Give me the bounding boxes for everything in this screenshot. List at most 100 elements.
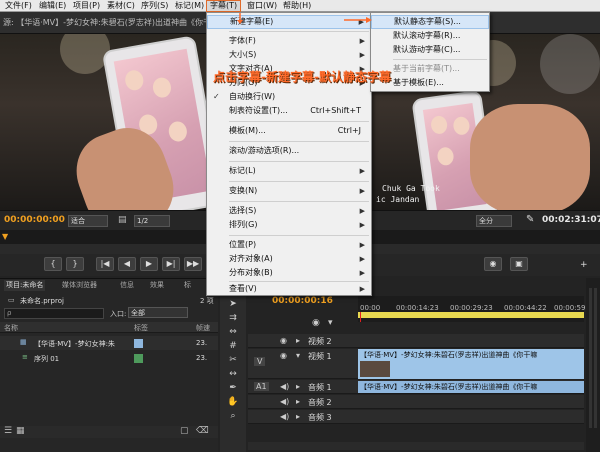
menu-item-roll-crawl[interactable]: 滚动/游动选项(R)... bbox=[207, 144, 371, 158]
expand-arrow-icon[interactable]: ▾ bbox=[296, 351, 300, 360]
menu-item-position[interactable]: 位置(P) ▶ bbox=[207, 238, 371, 252]
step-back-button[interactable]: ◀ bbox=[118, 257, 136, 271]
add-button-icon[interactable]: + bbox=[580, 260, 588, 270]
track-audio-1: A1 ◀) ▸ 音频 1 【华语·MV】-梦幻女神:朱碧石(罗志祥)出道神曲《你… bbox=[248, 380, 584, 394]
column-label[interactable]: 标签 bbox=[134, 323, 148, 333]
speaker-icon[interactable]: ◀) bbox=[280, 412, 289, 421]
project-item-name: 【华语·MV】-梦幻女神:朱 bbox=[34, 340, 115, 348]
label-swatch[interactable] bbox=[134, 354, 143, 363]
menu-marker[interactable]: 标记(M) bbox=[172, 0, 207, 12]
tab-media-browser[interactable]: 媒体浏览器 bbox=[62, 280, 97, 291]
menu-item-logo[interactable]: 标记(L) ▶ bbox=[207, 164, 371, 178]
list-view-icon[interactable]: ☰ bbox=[4, 426, 12, 436]
pen-icon[interactable]: ✒ bbox=[226, 382, 240, 394]
audio-source-toggle[interactable]: A1 bbox=[254, 382, 269, 391]
menu-item-default-roll[interactable]: 默认滚动字幕(R)... bbox=[371, 29, 489, 43]
new-item-icon[interactable]: ▢ bbox=[180, 426, 189, 436]
eye-icon[interactable]: ◉ bbox=[280, 336, 287, 345]
track-label: 视频 1 bbox=[308, 352, 332, 361]
menu-item-default-crawl[interactable]: 默认游动字幕(C)... bbox=[371, 43, 489, 57]
menu-item-tab-stops[interactable]: 制表符设置(T)... Ctrl+Shift+T bbox=[207, 104, 371, 118]
wrench-icon[interactable]: ✎ bbox=[526, 214, 534, 225]
go-to-out-button[interactable]: ▶▶ bbox=[184, 257, 202, 271]
menu-file[interactable]: 文件(F) bbox=[2, 0, 35, 12]
menu-clip[interactable]: 素材(C) bbox=[104, 0, 138, 12]
timeline-timecode[interactable]: 00:00:00:16 bbox=[272, 296, 333, 306]
source-timecode-in[interactable]: 00:00:00:00 bbox=[4, 215, 65, 225]
column-name[interactable]: 名称 bbox=[4, 323, 18, 333]
playback-resolution-select[interactable]: 全分 bbox=[476, 215, 512, 227]
mark-in-button[interactable]: { bbox=[44, 257, 62, 271]
menu-item-transform[interactable]: 变换(N) ▶ bbox=[207, 184, 371, 198]
hand-icon[interactable]: ✋ bbox=[226, 396, 240, 408]
menu-edit[interactable]: 编辑(E) bbox=[36, 0, 69, 12]
menu-item-word-wrap[interactable]: ✓ 自动换行(W) bbox=[207, 90, 371, 104]
playhead-marker-icon[interactable]: ▼ bbox=[2, 232, 8, 241]
speaker-icon[interactable]: ◀) bbox=[280, 382, 289, 391]
speaker-icon[interactable]: ◀) bbox=[280, 397, 289, 406]
video-source-toggle[interactable]: V bbox=[254, 357, 266, 366]
play-button[interactable]: ▶ bbox=[140, 257, 158, 271]
expand-arrow-icon[interactable]: ▸ bbox=[296, 412, 300, 421]
go-to-in-button[interactable]: |◀ bbox=[96, 257, 114, 271]
column-rate[interactable]: 帧速 bbox=[196, 323, 210, 333]
fit-select[interactable]: 适合 bbox=[68, 215, 108, 227]
label-swatch[interactable] bbox=[134, 339, 143, 348]
work-area-bar[interactable] bbox=[358, 312, 584, 318]
track-label: 音频 2 bbox=[308, 398, 332, 407]
icon-view-icon[interactable]: ▦ bbox=[16, 426, 25, 436]
menu-project[interactable]: 项目(P) bbox=[70, 0, 103, 12]
source-tab[interactable]: 源: 【华语·MV】-梦幻女神:朱碧石(罗志祥)出道神曲《你干嘛》 bbox=[3, 16, 227, 30]
menu-item-templates[interactable]: 模板(M)... Ctrl+J bbox=[207, 124, 371, 138]
slip-icon[interactable]: ↔ bbox=[226, 368, 240, 380]
folder-icon: ▭ bbox=[8, 296, 15, 304]
step-forward-button[interactable]: ▶| bbox=[162, 257, 180, 271]
menu-item-arrange[interactable]: 排列(G) ▶ bbox=[207, 218, 371, 232]
resolution-select[interactable]: 1/2 bbox=[134, 215, 170, 227]
menu-item-align-objects[interactable]: 对齐对象(A) ▶ bbox=[207, 252, 371, 266]
project-item-rate: 23. bbox=[196, 354, 208, 362]
mark-out-button[interactable]: } bbox=[66, 257, 84, 271]
menu-item-font[interactable]: 字体(F) ▶ bbox=[207, 34, 371, 48]
menu-item-select[interactable]: 选择(S) ▶ bbox=[207, 204, 371, 218]
tab-markers[interactable]: 标 bbox=[184, 280, 191, 291]
project-item-rate: 23. bbox=[196, 339, 208, 347]
timeline-ruler[interactable]: 00:00 00:00:14:23 00:00:29:23 00:00:44:2… bbox=[358, 296, 592, 322]
ruler-label: 00:00:14:23 bbox=[396, 304, 439, 312]
marker-icon[interactable]: ▾ bbox=[328, 318, 333, 328]
delete-icon[interactable]: ⌫ bbox=[196, 426, 209, 436]
track-label: 音频 3 bbox=[308, 413, 332, 422]
expand-arrow-icon[interactable]: ▸ bbox=[296, 397, 300, 406]
export-frame-button[interactable]: ◉ bbox=[484, 257, 502, 271]
timeline-panel: 00:00:00:16 ◉ ▾ 00:00 00:00:14:23 00:00:… bbox=[248, 294, 592, 452]
eye-icon[interactable]: ◉ bbox=[280, 351, 287, 360]
safe-margin-icon[interactable]: ▤ bbox=[118, 215, 127, 225]
selection-tool-icon[interactable]: ➤ bbox=[226, 298, 240, 310]
timeline-scrollbar[interactable] bbox=[248, 442, 584, 450]
expand-arrow-icon[interactable]: ▸ bbox=[296, 336, 300, 345]
menu-item-distribute-objects[interactable]: 分布对象(B) ▶ bbox=[207, 266, 371, 280]
ripple-edit-icon[interactable]: ⇔ bbox=[226, 326, 240, 338]
rolling-edit-icon[interactable]: # bbox=[226, 340, 240, 352]
track-select-icon[interactable]: ⇉ bbox=[226, 312, 240, 324]
tab-effects[interactable]: 效果 bbox=[150, 280, 164, 291]
clip-name: 【华语·MV】-梦幻女神:朱碧石(罗志祥)出道神曲《你干嘛 bbox=[360, 351, 538, 359]
tab-info[interactable]: 信息 bbox=[120, 280, 134, 291]
in-select[interactable]: 全部 bbox=[128, 307, 188, 318]
razor-icon[interactable]: ✂ bbox=[226, 354, 240, 366]
tab-project[interactable]: 项目:未命名 bbox=[4, 280, 46, 291]
expand-arrow-icon[interactable]: ▸ bbox=[296, 382, 300, 391]
menu-item-default-still[interactable]: 默认静态字幕(S)... bbox=[371, 15, 489, 29]
project-item-sequence[interactable]: ≡ 序列 01 23. bbox=[0, 351, 218, 365]
playhead-line bbox=[360, 312, 361, 322]
menu-sequence[interactable]: 序列(S) bbox=[138, 0, 171, 12]
menu-item-size[interactable]: 大小(S) ▶ bbox=[207, 48, 371, 62]
audio-clip[interactable]: 【华语·MV】-梦幻女神:朱碧石(罗志祥)出道神曲《你干嘛 bbox=[358, 381, 584, 393]
camera-icon[interactable]: ▣ bbox=[510, 257, 528, 271]
project-search-input[interactable]: ρ bbox=[4, 308, 104, 319]
zoom-icon[interactable]: ⌕ bbox=[226, 410, 240, 422]
menu-item-view[interactable]: 查看(V) ▶ bbox=[207, 282, 371, 296]
project-item-clip[interactable]: ▦ 【华语·MV】-梦幻女神:朱 23. bbox=[0, 336, 218, 350]
snap-icon[interactable]: ◉ bbox=[312, 318, 320, 328]
video-clip[interactable]: 【华语·MV】-梦幻女神:朱碧石(罗志祥)出道神曲《你干嘛 bbox=[358, 349, 584, 379]
